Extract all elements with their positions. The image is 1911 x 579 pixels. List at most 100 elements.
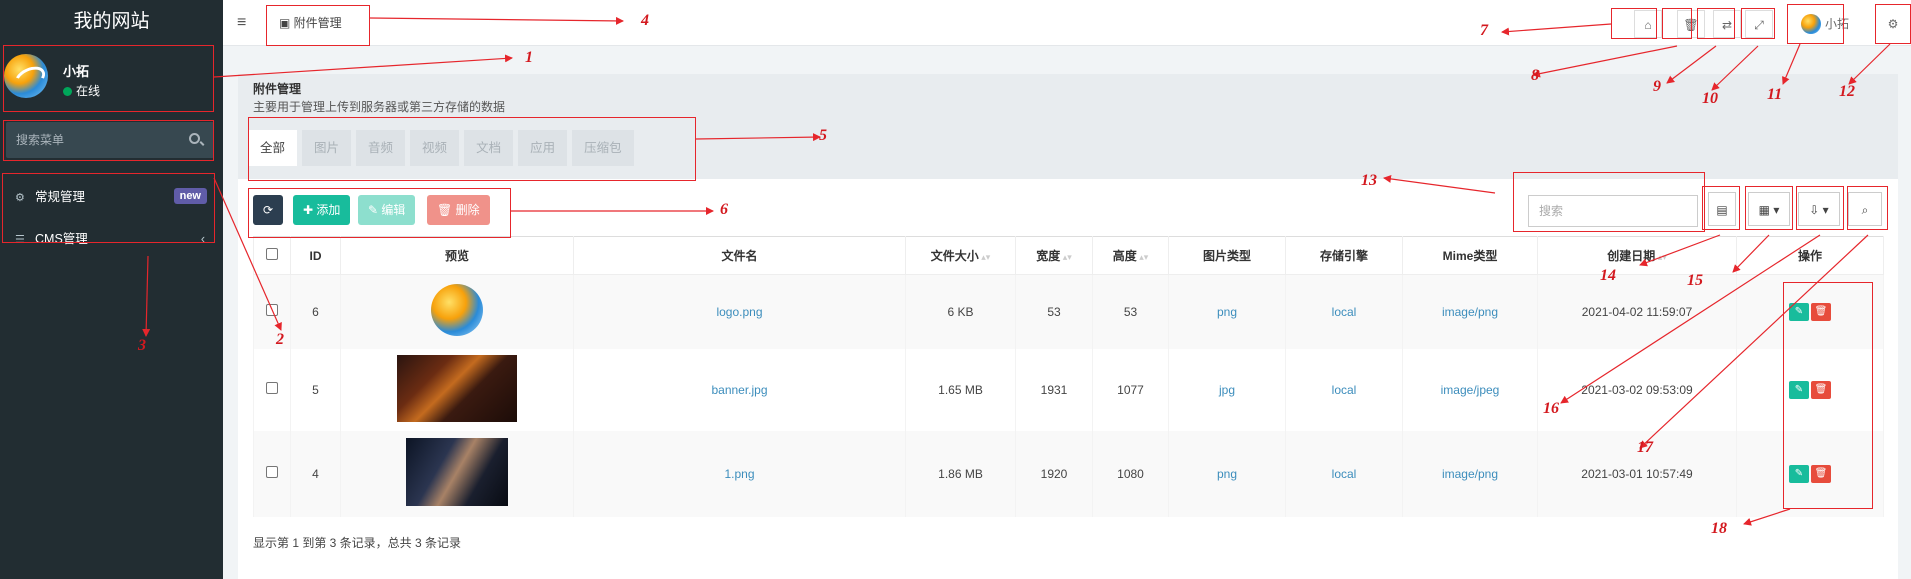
annotation-box-search: [3, 120, 214, 161]
annotation-box-16: [1796, 186, 1844, 230]
site-brand[interactable]: 我的网站: [0, 0, 223, 44]
filename-cell: 1.png: [573, 430, 906, 517]
pagination-info: 显示第 1 到第 3 条记录，总共 3 条记录: [253, 536, 462, 550]
col-filesize-label: 文件大小: [930, 249, 979, 263]
id-cell: 5: [290, 348, 341, 431]
preview-cell: [340, 348, 574, 431]
width-cell: 1931: [1015, 348, 1093, 431]
storage-cell: local: [1285, 348, 1403, 431]
col-filesize[interactable]: 文件大小: [905, 236, 1016, 275]
col-width[interactable]: 宽度: [1015, 236, 1093, 275]
table-row: 5 banner.jpg 1.65 MB 1931 1077 jpg local…: [253, 348, 1884, 431]
filesize-cell: 1.86 MB: [905, 430, 1016, 517]
height-cell: 53: [1092, 274, 1169, 349]
id-cell: 4: [290, 430, 341, 517]
filename-cell: banner.jpg: [573, 348, 906, 431]
page-title: 附件管理: [253, 82, 302, 96]
filename-link[interactable]: 1.png: [724, 467, 754, 481]
annotation-box-17: [1847, 186, 1888, 230]
height-cell: 1077: [1092, 348, 1169, 431]
col-id[interactable]: ID: [290, 236, 341, 275]
sort-icon: [1060, 249, 1072, 263]
annotation-number: 9: [1653, 78, 1661, 95]
imagetype-cell: jpg: [1168, 348, 1286, 431]
col-filename: 文件名: [573, 236, 906, 275]
storage-link[interactable]: local: [1332, 305, 1357, 319]
preview-cell: [340, 430, 574, 517]
preview-cell: [340, 274, 574, 349]
preview-thumbnail[interactable]: [431, 284, 483, 337]
col-operate: 操作: [1736, 236, 1884, 275]
col-imagetype: 图片类型: [1168, 236, 1286, 275]
annotation-box-7: [1611, 8, 1657, 39]
created-cell: 2021-03-02 09:53:09: [1537, 348, 1737, 431]
table-header-row: ID 预览 文件名 文件大小 宽度 高度 图片类型 存储引擎 Mime类型 创建…: [253, 236, 1884, 275]
filename-link[interactable]: banner.jpg: [711, 383, 767, 397]
annotation-number: 15: [1687, 272, 1703, 289]
annotation-box-1: [3, 45, 214, 112]
select-all-checkbox[interactable]: [266, 248, 278, 260]
storage-link[interactable]: local: [1332, 383, 1357, 397]
annotation-box-18: [1783, 282, 1873, 509]
imagetype-link[interactable]: jpg: [1219, 383, 1235, 397]
imagetype-cell: png: [1168, 274, 1286, 349]
filename-link[interactable]: logo.png: [716, 305, 762, 319]
annotation-number: 6: [720, 201, 728, 218]
annotation-box-9: [1697, 8, 1735, 39]
preview-thumbnail[interactable]: [406, 438, 508, 506]
annotation-number: 10: [1702, 90, 1718, 107]
mimetype-link[interactable]: image/png: [1442, 467, 1498, 481]
id-cell: 6: [290, 274, 341, 349]
col-preview: 预览: [340, 236, 574, 275]
width-cell: 53: [1015, 274, 1093, 349]
annotation-box-12: [1875, 4, 1911, 44]
annotation-box-6: [248, 188, 511, 238]
annotation-box-13: [1513, 172, 1705, 232]
row-select-cell: [253, 348, 291, 431]
storage-cell: local: [1285, 274, 1403, 349]
col-mimetype: Mime类型: [1402, 236, 1538, 275]
sort-icon: [1137, 249, 1149, 263]
imagetype-link[interactable]: png: [1217, 305, 1237, 319]
attachment-table: ID 预览 文件名 文件大小 宽度 高度 图片类型 存储引擎 Mime类型 创建…: [253, 236, 1884, 517]
mimetype-cell: image/png: [1402, 274, 1538, 349]
preview-thumbnail[interactable]: [397, 354, 517, 422]
annotation-number: 14: [1600, 267, 1616, 284]
menu-toggle-icon[interactable]: ≡: [237, 14, 246, 32]
annotation-number: 3: [138, 337, 146, 354]
height-cell: 1080: [1092, 430, 1169, 517]
annotation-number: 7: [1480, 22, 1488, 39]
col-width-label: 宽度: [1036, 249, 1061, 263]
select-all-header: [253, 236, 291, 275]
table-row: 6 logo.png 6 KB 53 53 png local image/pn…: [253, 274, 1884, 349]
row-checkbox[interactable]: [266, 466, 278, 478]
annotation-box-8: [1662, 8, 1692, 39]
annotation-number: 13: [1361, 172, 1377, 189]
row-select-cell: [253, 430, 291, 517]
created-cell: 2021-04-02 11:59:07: [1537, 274, 1737, 349]
annotation-box-11: [1787, 4, 1844, 44]
col-height[interactable]: 高度: [1092, 236, 1169, 275]
sort-icon: [979, 249, 991, 263]
filesize-cell: 1.65 MB: [905, 348, 1016, 431]
col-created-label: 创建日期: [1607, 249, 1656, 263]
mimetype-link[interactable]: image/png: [1442, 305, 1498, 319]
annotation-box-4: [266, 5, 370, 46]
col-height-label: 高度: [1112, 249, 1137, 263]
col-created[interactable]: 创建日期: [1537, 236, 1737, 275]
annotation-number: 18: [1711, 520, 1727, 537]
annotation-number: 12: [1839, 83, 1855, 100]
storage-link[interactable]: local: [1332, 467, 1357, 481]
annotation-number: 5: [819, 127, 827, 144]
mimetype-cell: image/jpeg: [1402, 348, 1538, 431]
mimetype-link[interactable]: image/jpeg: [1441, 383, 1500, 397]
row-checkbox[interactable]: [266, 382, 278, 394]
annotation-box-10: [1741, 8, 1775, 39]
annotation-number: 8: [1531, 67, 1539, 84]
width-cell: 1920: [1015, 430, 1093, 517]
row-checkbox[interactable]: [266, 304, 278, 317]
annotation-number: 17: [1637, 439, 1653, 456]
annotation-box-5: [248, 117, 696, 181]
annotation-box-14: [1702, 186, 1740, 230]
imagetype-link[interactable]: png: [1217, 467, 1237, 481]
